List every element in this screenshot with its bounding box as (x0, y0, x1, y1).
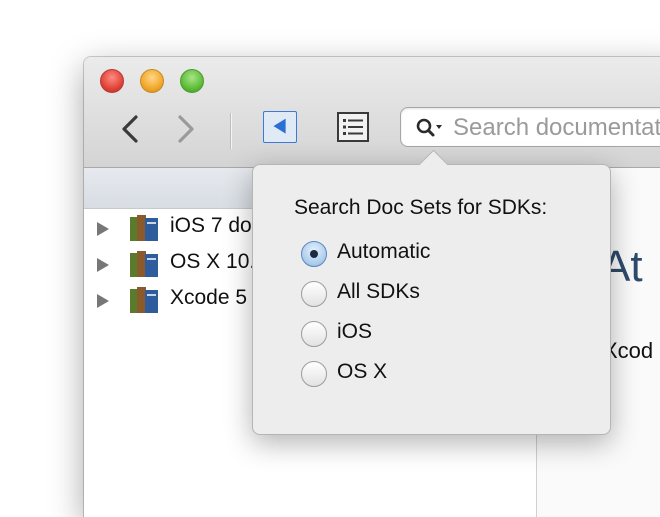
radio-label[interactable]: OS X (337, 360, 387, 384)
close-window-button[interactable] (100, 69, 124, 93)
sdk-option-all-sdks[interactable]: All SDKs (301, 278, 581, 310)
list-icon (337, 112, 369, 142)
toolbar-separator (230, 113, 231, 149)
chevron-right-icon (178, 115, 194, 143)
toolbar: Search documentation (84, 57, 660, 168)
disclosure-triangle-icon[interactable] (96, 257, 110, 273)
sidebar-toggle-icon (273, 118, 286, 134)
toggle-sidebar-button[interactable] (263, 111, 297, 143)
sdk-search-popover: Search Doc Sets for SDKs: Automatic All … (252, 149, 611, 435)
popover-title: Search Doc Sets for SDKs: (294, 196, 548, 219)
disclosure-triangle-icon[interactable] (96, 221, 110, 237)
back-button[interactable] (112, 109, 148, 149)
disclosure-triangle-icon[interactable] (96, 293, 110, 309)
book-icon (130, 215, 158, 241)
radio-label[interactable]: iOS (337, 320, 372, 344)
radio-button[interactable] (301, 281, 327, 307)
radio-button[interactable] (301, 241, 327, 267)
sdk-option-os-x[interactable]: OS X (301, 358, 581, 390)
search-icon (416, 118, 442, 137)
forward-button[interactable] (168, 109, 204, 149)
zoom-window-button[interactable] (180, 69, 204, 93)
sdk-option-automatic[interactable]: Automatic (301, 238, 581, 270)
sdk-option-ios[interactable]: iOS (301, 318, 581, 350)
table-of-contents-button[interactable] (336, 111, 370, 143)
radio-label[interactable]: Automatic (337, 240, 430, 264)
radio-selected-dot (310, 250, 318, 258)
search-input[interactable]: Search documentation (400, 107, 660, 147)
book-icon (130, 251, 158, 277)
book-icon (130, 287, 158, 313)
radio-button[interactable] (301, 321, 327, 347)
radio-button[interactable] (301, 361, 327, 387)
search-placeholder: Search documentation (453, 114, 660, 141)
radio-label[interactable]: All SDKs (337, 280, 420, 304)
chevron-left-icon (122, 115, 138, 143)
minimize-window-button[interactable] (140, 69, 164, 93)
